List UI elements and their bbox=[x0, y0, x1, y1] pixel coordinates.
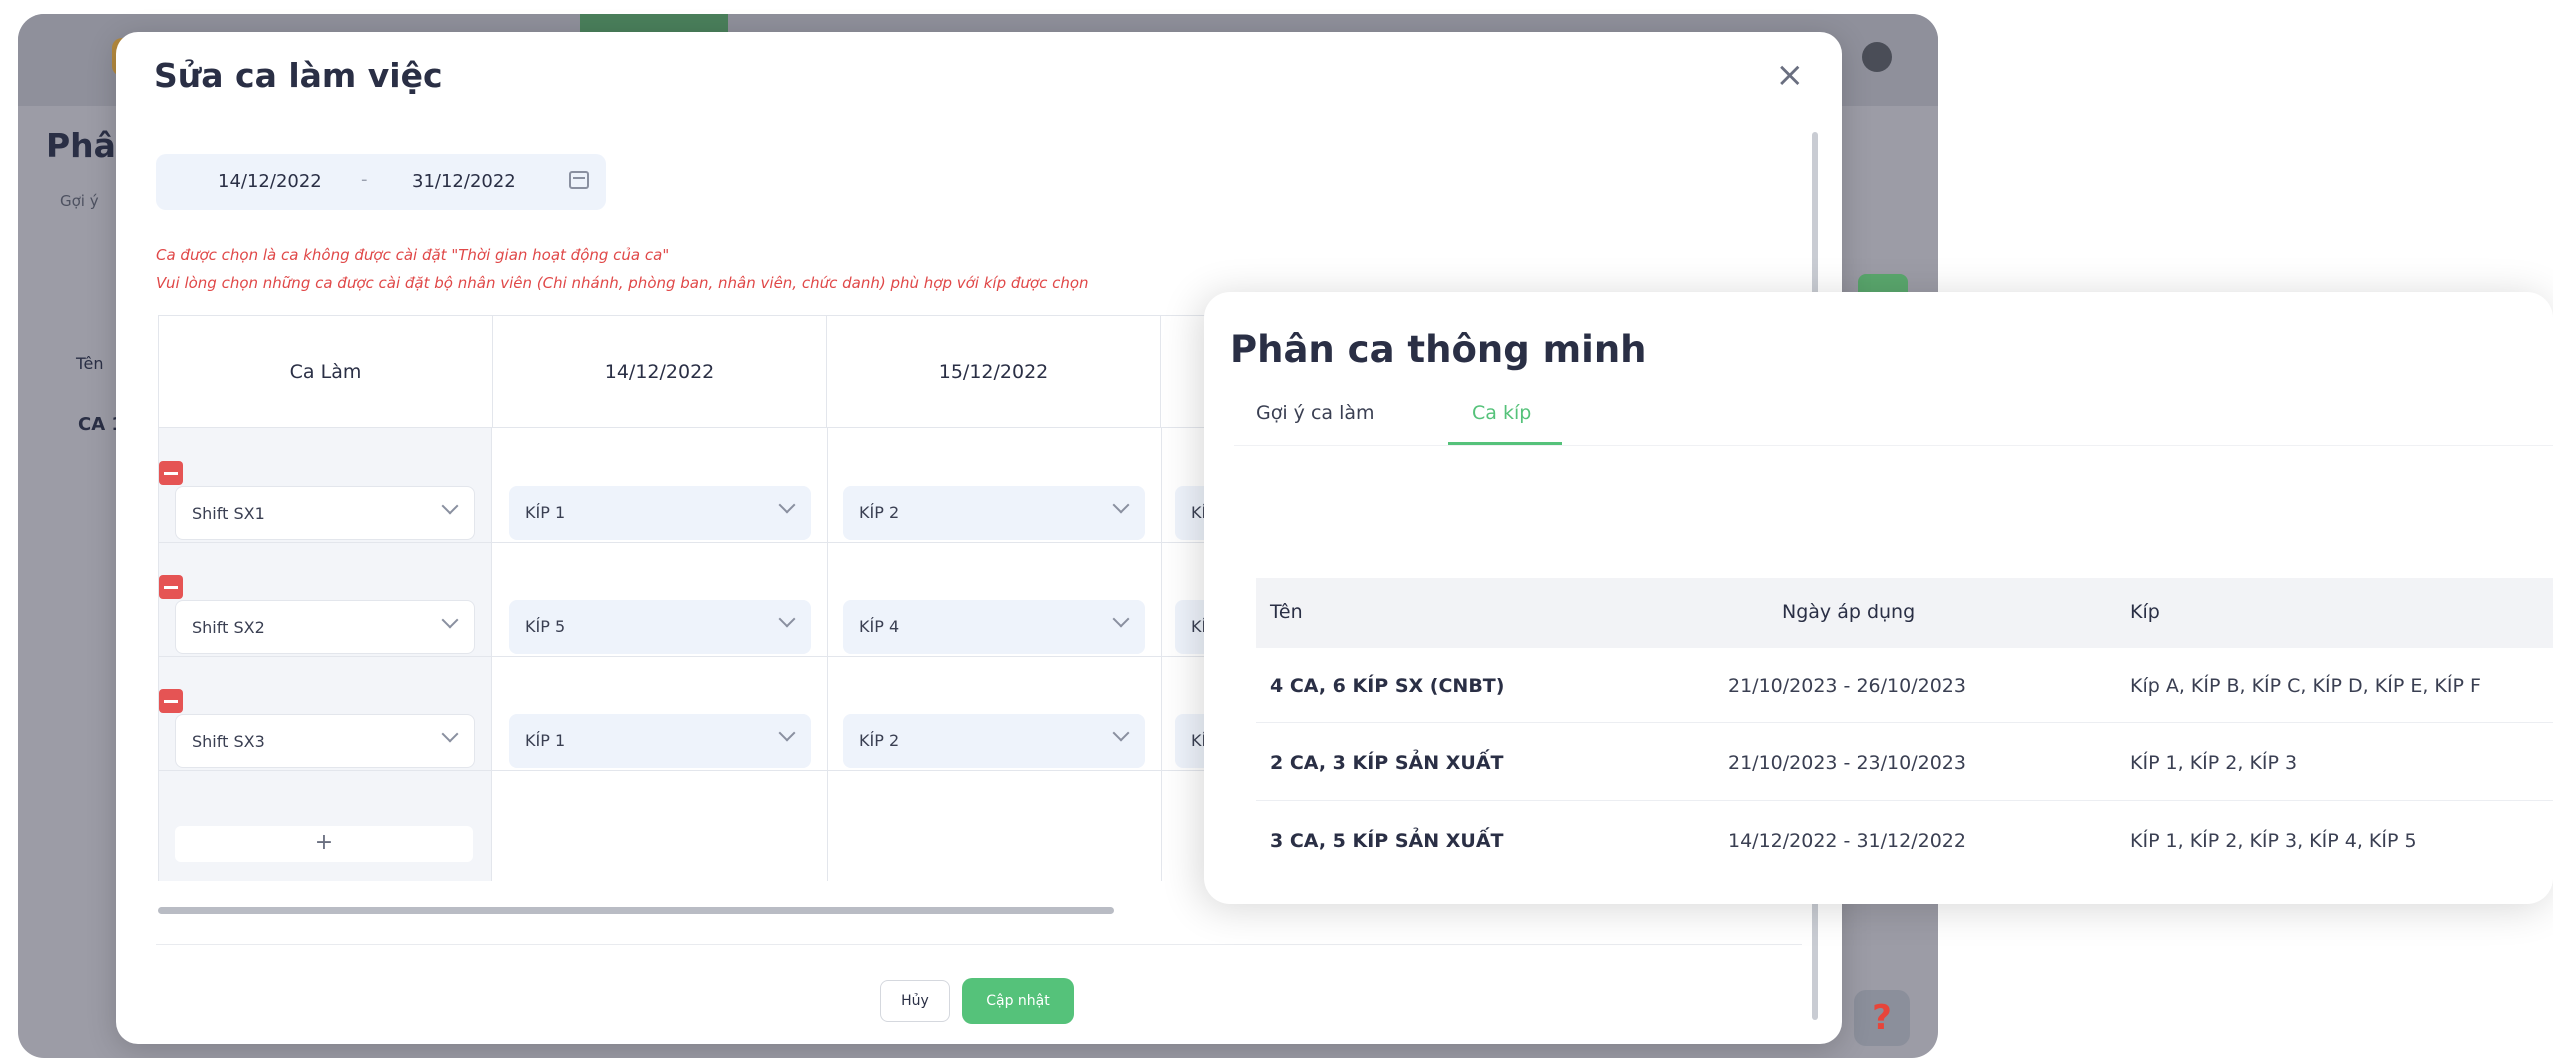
kip-select-value: KÍP 2 bbox=[859, 503, 900, 522]
close-icon[interactable]: × bbox=[1776, 58, 1805, 92]
shift-select-value: Shift SX3 bbox=[192, 732, 265, 751]
shift-select[interactable]: Shift SX1 bbox=[175, 486, 475, 540]
help-icon[interactable]: ? bbox=[1854, 990, 1910, 1046]
kip-select[interactable]: KÍP 5 bbox=[509, 600, 811, 654]
chevron-down-icon bbox=[441, 611, 459, 629]
kip-select-value: KÍP 5 bbox=[525, 617, 566, 636]
divider bbox=[1256, 722, 2553, 723]
chevron-down-icon bbox=[778, 496, 796, 514]
remove-row-button[interactable] bbox=[159, 689, 183, 713]
cancel-button[interactable]: Hủy bbox=[880, 980, 950, 1022]
calendar-icon[interactable] bbox=[569, 171, 589, 189]
background-column-header: Tên bbox=[76, 354, 104, 373]
remove-row-button[interactable] bbox=[159, 575, 183, 599]
row-date: 21/10/2023 - 26/10/2023 bbox=[1728, 675, 1966, 697]
panel-title: Phân ca thông minh bbox=[1230, 328, 1647, 371]
divider bbox=[156, 944, 1802, 945]
column-header-date: 15/12/2022 bbox=[827, 316, 1161, 428]
end-date: 31/12/2022 bbox=[412, 171, 516, 192]
row-date: 21/10/2023 - 23/10/2023 bbox=[1728, 752, 1966, 774]
kip-select[interactable]: KÍP 1 bbox=[509, 714, 811, 768]
update-button[interactable]: Cập nhật bbox=[962, 978, 1074, 1024]
kip-select-value: KÍP 1 bbox=[525, 503, 566, 522]
kip-select[interactable]: KÍP 2 bbox=[843, 714, 1145, 768]
column-header-date: Ngày áp dụng bbox=[1782, 601, 1916, 623]
shift-select[interactable]: Shift SX3 bbox=[175, 714, 475, 768]
column-header-shift: Ca Làm bbox=[159, 316, 493, 428]
kip-select[interactable]: KÍP 1 bbox=[509, 486, 811, 540]
chevron-down-icon bbox=[778, 610, 796, 628]
shift-select[interactable]: Shift SX2 bbox=[175, 600, 475, 654]
row-name[interactable]: 3 CA, 5 KÍP SẢN XUẤT bbox=[1270, 830, 1503, 852]
warning-text: Vui lòng chọn những ca được cài đặt bộ n… bbox=[156, 274, 1089, 292]
row-date: 14/12/2022 - 31/12/2022 bbox=[1728, 830, 1966, 852]
modal-title: Sửa ca làm việc bbox=[154, 56, 443, 95]
tab-shift-team[interactable]: Ca kíp bbox=[1472, 402, 1531, 424]
active-tab-indicator bbox=[1448, 442, 1562, 445]
kip-select-value: KÍP 1 bbox=[525, 731, 566, 750]
divider bbox=[159, 770, 1294, 771]
divider bbox=[1256, 800, 2553, 801]
row-kip: KÍP 1, KÍP 2, KÍP 3 bbox=[2130, 752, 2298, 774]
row-name[interactable]: 4 CA, 6 KÍP SX (CNBT) bbox=[1270, 675, 1504, 697]
divider bbox=[827, 428, 828, 881]
column-header-name: Tên bbox=[1270, 601, 1303, 623]
chevron-down-icon bbox=[778, 724, 796, 742]
divider bbox=[159, 542, 1294, 543]
divider bbox=[1161, 428, 1162, 881]
shift-select-value: Shift SX2 bbox=[192, 618, 265, 637]
shift-grid: Ca Làm 14/12/2022 15/12/2022 Shift SX1 K… bbox=[158, 315, 1294, 881]
row-kip: Kíp A, KÍP B, KÍP C, KÍP D, KÍP E, KÍP F bbox=[2130, 675, 2481, 697]
smart-shift-panel: Phân ca thông minh Gợi ý ca làm Ca kíp T… bbox=[1204, 292, 2553, 904]
warning-text: Ca được chọn là ca không được cài đặt "T… bbox=[156, 246, 670, 264]
chevron-down-icon bbox=[441, 725, 459, 743]
date-range-picker[interactable]: 14/12/2022 - 31/12/2022 bbox=[156, 154, 606, 210]
row-name[interactable]: 2 CA, 3 KÍP SẢN XUẤT bbox=[1270, 752, 1503, 774]
horizontal-scrollbar[interactable] bbox=[158, 907, 1114, 914]
avatar bbox=[1862, 42, 1892, 72]
row-kip: KÍP 1, KÍP 2, KÍP 3, KÍP 4, KÍP 5 bbox=[2130, 830, 2417, 852]
kip-select-value: KÍP 2 bbox=[859, 731, 900, 750]
column-header-date: 14/12/2022 bbox=[493, 316, 827, 428]
divider bbox=[159, 656, 1294, 657]
chevron-down-icon bbox=[441, 497, 459, 515]
start-date: 14/12/2022 bbox=[218, 171, 322, 192]
shift-select-value: Shift SX1 bbox=[192, 504, 265, 523]
column-header-kip: Kíp bbox=[2130, 601, 2160, 623]
remove-row-button[interactable] bbox=[159, 461, 183, 485]
chevron-down-icon bbox=[1112, 496, 1130, 514]
background-subtitle: Gợi ý bbox=[60, 192, 99, 210]
chevron-down-icon bbox=[1112, 724, 1130, 742]
tab-shift-suggestion[interactable]: Gợi ý ca làm bbox=[1256, 402, 1375, 424]
divider bbox=[1234, 445, 2553, 446]
kip-select-value: KÍP 4 bbox=[859, 617, 900, 636]
add-row-button[interactable]: + bbox=[175, 826, 473, 862]
date-separator: - bbox=[361, 169, 368, 190]
kip-select[interactable]: KÍP 2 bbox=[843, 486, 1145, 540]
chevron-down-icon bbox=[1112, 610, 1130, 628]
kip-select[interactable]: KÍP 4 bbox=[843, 600, 1145, 654]
